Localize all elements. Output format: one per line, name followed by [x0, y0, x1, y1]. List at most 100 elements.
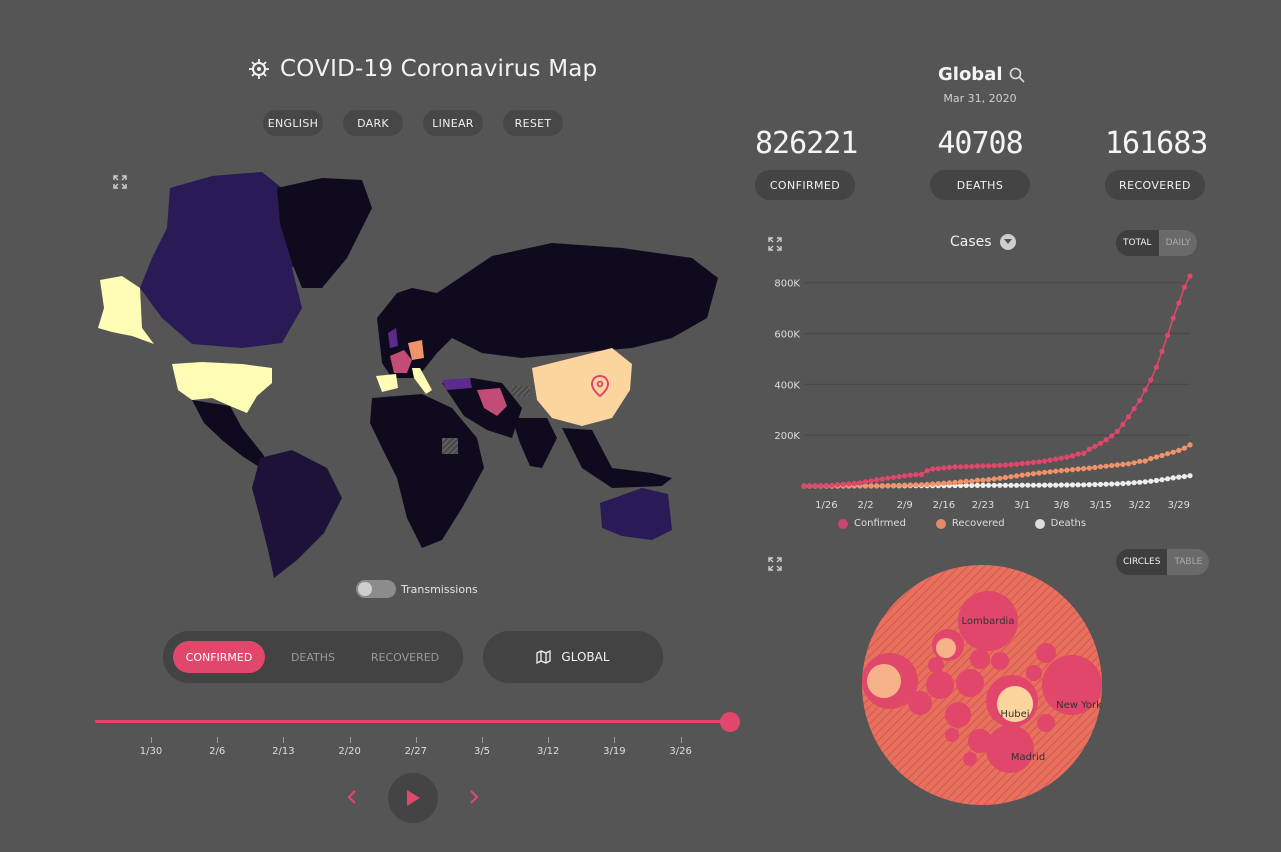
- data-point-confirmed: [1092, 443, 1098, 449]
- toggle-table[interactable]: TABLE: [1167, 549, 1210, 575]
- x-tick-label: 3/8: [1053, 500, 1069, 511]
- timeline-tick: [415, 737, 417, 743]
- data-point-recovered: [1025, 471, 1031, 477]
- bubble-region[interactable]: [867, 664, 901, 698]
- data-point-confirmed: [868, 478, 874, 484]
- timeline-slider-track[interactable]: [95, 720, 731, 723]
- play-button[interactable]: [388, 773, 438, 823]
- map-region-turkey[interactable]: [442, 378, 472, 390]
- timeline-slider-handle[interactable]: [720, 712, 740, 732]
- theme-button[interactable]: DARK: [343, 110, 403, 136]
- data-point-confirmed: [1187, 273, 1193, 279]
- cases-chart[interactable]: 200K 400K 600K 800K 1/26 2/2 2/9 2/16 2/23 3/1 3/8…: [760, 262, 1205, 517]
- toggle-daily[interactable]: DAILY: [1158, 230, 1198, 256]
- legend-recovered[interactable]: Recovered: [935, 518, 1005, 529]
- data-point-deaths: [1019, 482, 1025, 488]
- bubble-label-lombardia: Lombardia: [962, 616, 1015, 627]
- data-point-confirmed: [991, 463, 997, 469]
- bubble-region[interactable]: [963, 752, 977, 766]
- bubble-region[interactable]: [956, 669, 984, 697]
- bubble-region[interactable]: [945, 728, 959, 742]
- data-point-recovered: [980, 477, 986, 483]
- data-point-confirmed: [1159, 348, 1165, 354]
- data-point-recovered: [1086, 465, 1092, 471]
- bubble-region[interactable]: [968, 729, 992, 753]
- bubble-region[interactable]: [970, 649, 990, 669]
- data-point-recovered: [1114, 462, 1120, 468]
- data-point-deaths: [1064, 482, 1070, 488]
- data-point-confirmed: [997, 462, 1003, 468]
- data-point-confirmed: [1142, 387, 1148, 393]
- data-point-deaths: [1103, 481, 1109, 487]
- bubble-region[interactable]: [945, 702, 971, 728]
- expand-chart-icon[interactable]: [768, 237, 782, 251]
- transmissions-toggle[interactable]: [356, 580, 396, 598]
- bubble-region[interactable]: [991, 652, 1009, 670]
- data-point-deaths: [1142, 479, 1148, 485]
- bubble-region[interactable]: [908, 691, 932, 715]
- expand-bubbles-icon[interactable]: [768, 557, 782, 571]
- search-icon[interactable]: [1009, 67, 1025, 83]
- bubble-region[interactable]: [1036, 643, 1056, 663]
- data-point-confirmed: [885, 475, 891, 481]
- toggle-circles[interactable]: CIRCLES: [1116, 549, 1168, 575]
- cases-dropdown[interactable]: Cases: [950, 234, 1016, 250]
- map-region-south-america[interactable]: [252, 450, 342, 578]
- legend-confirmed[interactable]: Confirmed: [838, 518, 906, 529]
- deaths-label: DEATHS: [930, 170, 1030, 200]
- reset-button[interactable]: RESET: [503, 110, 563, 136]
- tab-recovered[interactable]: RECOVERED: [359, 641, 451, 673]
- data-point-deaths: [1159, 477, 1165, 483]
- map-region-australia[interactable]: [600, 488, 672, 540]
- data-point-confirmed: [1002, 462, 1008, 468]
- bubble-region[interactable]: [1037, 714, 1055, 732]
- toggle-total[interactable]: TOTAL: [1116, 230, 1159, 256]
- tab-confirmed[interactable]: CONFIRMED: [173, 641, 265, 673]
- map-region-russia[interactable]: [437, 243, 718, 358]
- data-point-deaths: [1097, 481, 1104, 487]
- cases-mode-toggle[interactable]: TOTAL DAILY: [1116, 230, 1198, 256]
- bubble-region[interactable]: [986, 725, 1034, 773]
- deaths-count: 40708: [937, 126, 1023, 161]
- data-point-recovered: [958, 479, 964, 485]
- data-point-confirmed: [986, 463, 992, 469]
- tab-deaths[interactable]: DEATHS: [273, 641, 353, 673]
- data-point-confirmed: [835, 482, 841, 488]
- data-point-recovered: [997, 475, 1003, 481]
- world-map[interactable]: [92, 168, 722, 588]
- data-point-recovered: [1176, 447, 1182, 453]
- data-point-recovered: [868, 483, 874, 489]
- data-point-deaths: [1148, 478, 1154, 484]
- bubble-label-hubei: Hubei: [1000, 709, 1029, 720]
- bubble-view-toggle[interactable]: CIRCLES TABLE: [1116, 549, 1210, 575]
- data-point-recovered: [890, 482, 897, 489]
- language-button[interactable]: ENGLISH: [263, 110, 323, 136]
- data-point-recovered: [1081, 466, 1087, 472]
- data-point-recovered: [1170, 449, 1176, 455]
- map-region-italy[interactable]: [412, 368, 432, 394]
- previous-icon[interactable]: [344, 788, 360, 806]
- data-point-deaths: [1058, 482, 1064, 488]
- map-region-spain[interactable]: [376, 374, 398, 392]
- bubble-region[interactable]: [1026, 665, 1042, 681]
- legend-dot: [1034, 518, 1045, 529]
- data-point-recovered: [1097, 464, 1104, 470]
- data-point-confirmed: [1109, 433, 1115, 439]
- legend-deaths[interactable]: Deaths: [1034, 518, 1086, 529]
- bubble-chart[interactable]: Lombardia Hubei New York Madrid: [860, 563, 1105, 808]
- data-point-confirmed: [1042, 458, 1048, 464]
- recovered-label: RECOVERED: [1105, 170, 1205, 200]
- scale-button[interactable]: LINEAR: [423, 110, 483, 136]
- next-icon[interactable]: [466, 788, 482, 806]
- x-tick-label: 2/16: [933, 500, 955, 511]
- bubble-region[interactable]: [926, 671, 954, 699]
- bubble-region[interactable]: [928, 657, 944, 673]
- data-point-confirmed: [1165, 332, 1171, 338]
- data-point-recovered: [1187, 442, 1193, 448]
- map-region-southeast-asia[interactable]: [562, 428, 672, 488]
- map-region-india[interactable]: [512, 418, 557, 468]
- map-region-china[interactable]: [532, 348, 632, 426]
- data-point-recovered: [1047, 469, 1053, 475]
- bubble-region[interactable]: [936, 638, 956, 658]
- region-button[interactable]: GLOBAL: [483, 631, 663, 683]
